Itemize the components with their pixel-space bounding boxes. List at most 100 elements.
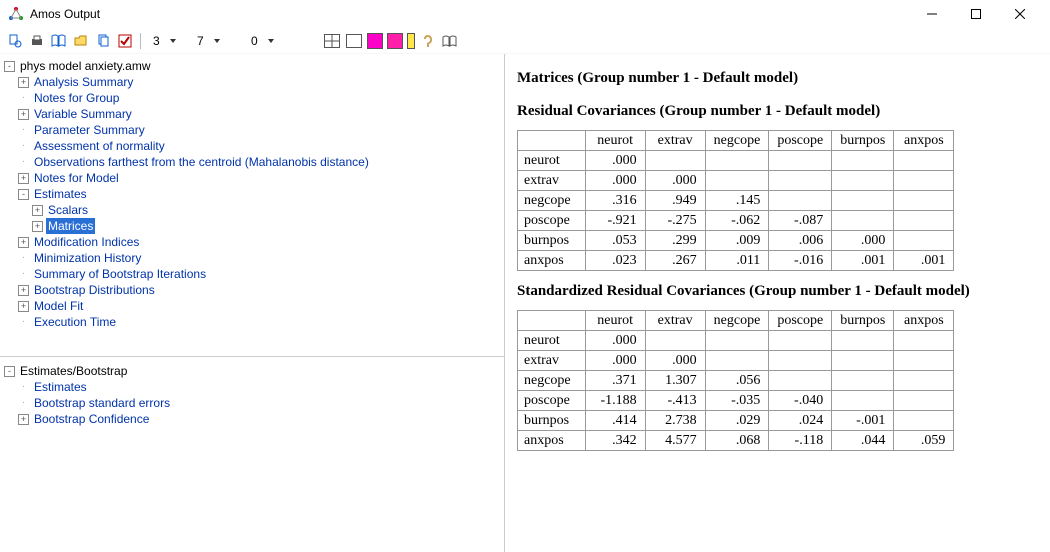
estimates-tree[interactable]: -Estimates/Bootstrap·Estimates·Bootstrap…	[0, 356, 504, 429]
table-cell	[894, 411, 954, 431]
tree-item-label[interactable]: Parameter Summary	[32, 122, 147, 138]
table-cell: -.275	[645, 211, 705, 231]
full-width-icon[interactable]	[323, 32, 341, 50]
collapse-icon[interactable]: -	[4, 61, 15, 72]
tree-item-label[interactable]: Minimization History	[32, 250, 143, 266]
content-pane: Matrices (Group number 1 - Default model…	[505, 54, 1050, 552]
print-icon[interactable]	[28, 32, 46, 50]
tree-item-label[interactable]: Estimates/Bootstrap	[18, 363, 129, 379]
tree-item[interactable]: ·Assessment of normality	[4, 138, 500, 154]
table-cell	[832, 371, 894, 391]
expand-icon[interactable]: +	[18, 301, 29, 312]
tree-item[interactable]: -phys model anxiety.amw	[4, 58, 500, 74]
color-swatch-pink[interactable]	[387, 33, 403, 49]
expand-icon[interactable]: +	[18, 109, 29, 120]
tree-item[interactable]: -Estimates/Bootstrap	[4, 363, 500, 379]
table-cell: -.040	[769, 391, 832, 411]
tree-item[interactable]: +Analysis Summary	[4, 74, 500, 90]
toolbar: 3 7 0	[0, 28, 1050, 54]
nav-tree[interactable]: -phys model anxiety.amw+Analysis Summary…	[0, 54, 504, 332]
tree-item[interactable]: +Matrices	[4, 218, 500, 234]
print-preview-icon[interactable]	[6, 32, 24, 50]
expand-icon[interactable]: +	[32, 205, 43, 216]
color-swatch-yellow[interactable]	[407, 33, 415, 49]
close-button[interactable]	[998, 0, 1042, 28]
tree-item-label[interactable]: Notes for Model	[32, 170, 121, 186]
info-icon[interactable]	[419, 32, 437, 50]
tree-item-label[interactable]: Analysis Summary	[32, 74, 135, 90]
tree-item[interactable]: +Bootstrap Distributions	[4, 282, 500, 298]
standardized-residual-covariances-table: neurotextravnegcopeposcopeburnposanxposn…	[517, 310, 954, 451]
table-cell: .342	[585, 431, 645, 451]
tree-item-label[interactable]: Variable Summary	[32, 106, 134, 122]
section-heading-2: Standardized Residual Covariances (Group…	[517, 283, 1038, 300]
row-header: poscope	[518, 211, 586, 231]
copy-icon[interactable]	[94, 32, 112, 50]
tree-item[interactable]: ·Bootstrap standard errors	[4, 395, 500, 411]
expand-icon[interactable]: +	[32, 221, 43, 232]
tree-item[interactable]: -Estimates	[4, 186, 500, 202]
collapse-icon[interactable]: -	[18, 189, 29, 200]
table-cell	[832, 391, 894, 411]
table-cell: .009	[705, 231, 769, 251]
table-cell: 4.577	[645, 431, 705, 451]
tree-item-label[interactable]: Observations farthest from the centroid …	[32, 154, 371, 170]
chevron-down-icon	[268, 39, 274, 43]
tree-item[interactable]: +Modification Indices	[4, 234, 500, 250]
table-cell: .011	[705, 251, 769, 271]
tree-item-label[interactable]: Bootstrap Distributions	[32, 282, 157, 298]
tree-item-label[interactable]: Execution Time	[32, 314, 118, 330]
open-icon[interactable]	[72, 32, 90, 50]
tree-item-label[interactable]: Modification Indices	[32, 234, 141, 250]
tree-item-label[interactable]: Summary of Bootstrap Iterations	[32, 266, 208, 282]
tree-item-label[interactable]: Estimates	[32, 379, 89, 395]
tree-item-label[interactable]: Notes for Group	[32, 90, 121, 106]
table-cell	[894, 191, 954, 211]
table-cell: .006	[769, 231, 832, 251]
options-icon[interactable]	[116, 32, 134, 50]
tree-item-label[interactable]: phys model anxiety.amw	[18, 58, 153, 74]
tree-item-label[interactable]: Bootstrap standard errors	[32, 395, 172, 411]
tree-item-label[interactable]: Assessment of normality	[32, 138, 167, 154]
tree-item-label[interactable]: Bootstrap Confidence	[32, 411, 151, 427]
tree-item-label[interactable]: Model Fit	[32, 298, 85, 314]
tree-item[interactable]: ·Parameter Summary	[4, 122, 500, 138]
combo-1[interactable]: 3	[147, 31, 187, 51]
tree-item[interactable]: ·Execution Time	[4, 314, 500, 330]
tree-item[interactable]: +Variable Summary	[4, 106, 500, 122]
tree-item[interactable]: +Model Fit	[4, 298, 500, 314]
expand-icon[interactable]: +	[18, 285, 29, 296]
window-icon[interactable]	[345, 32, 363, 50]
tree-item-label[interactable]: Estimates	[32, 186, 89, 202]
table-cell: .316	[585, 191, 645, 211]
expand-icon[interactable]: +	[18, 77, 29, 88]
titlebar: Amos Output	[0, 0, 1050, 28]
tree-item[interactable]: +Scalars	[4, 202, 500, 218]
expand-icon[interactable]: +	[18, 414, 29, 425]
tree-item[interactable]: ·Estimates	[4, 379, 500, 395]
book-icon[interactable]	[50, 32, 68, 50]
tree-item[interactable]: ·Notes for Group	[4, 90, 500, 106]
minimize-button[interactable]	[910, 0, 954, 28]
tree-item[interactable]: ·Observations farthest from the centroid…	[4, 154, 500, 170]
expand-icon[interactable]: +	[18, 237, 29, 248]
maximize-button[interactable]	[954, 0, 998, 28]
tree-item-label[interactable]: Scalars	[46, 202, 90, 218]
collapse-icon[interactable]: -	[4, 366, 15, 377]
table-cell	[769, 191, 832, 211]
main-area: -phys model anxiety.amw+Analysis Summary…	[0, 54, 1050, 552]
combo-2[interactable]: 7	[191, 31, 241, 51]
table-cell: .000	[585, 151, 645, 171]
tree-item[interactable]: ·Summary of Bootstrap Iterations	[4, 266, 500, 282]
table-cell: .000	[585, 331, 645, 351]
expand-icon[interactable]: +	[18, 173, 29, 184]
tree-item-label[interactable]: Matrices	[46, 218, 95, 234]
tree-item[interactable]: +Notes for Model	[4, 170, 500, 186]
table-cell	[705, 171, 769, 191]
tree-item[interactable]: +Bootstrap Confidence	[4, 411, 500, 427]
column-header: extrav	[645, 131, 705, 151]
color-swatch-magenta[interactable]	[367, 33, 383, 49]
combo-3[interactable]: 0	[245, 31, 295, 51]
book-open-icon[interactable]	[441, 32, 459, 50]
tree-item[interactable]: ·Minimization History	[4, 250, 500, 266]
